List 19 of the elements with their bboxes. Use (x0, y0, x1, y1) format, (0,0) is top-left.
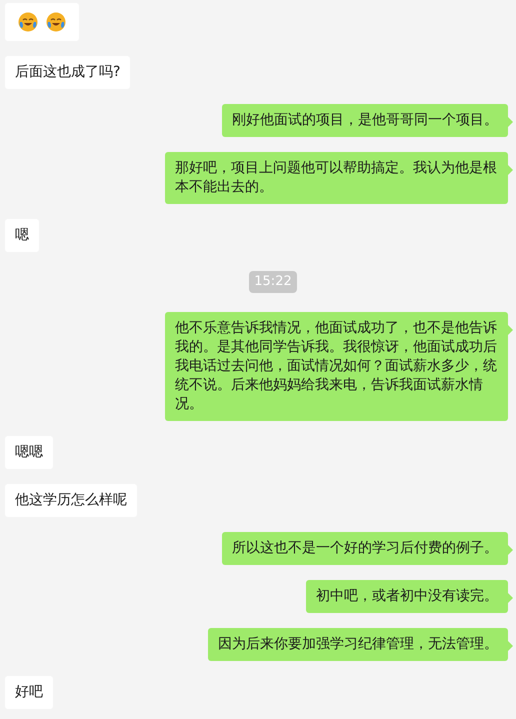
message-bubble: 那好吧，项目上问题他可以帮助搞定。我认为他是根本不能出去的。 (165, 152, 508, 204)
bubble-tail-icon (508, 324, 513, 334)
message-bubble: 所以这也不是一个好的学习后付费的例子。 (222, 532, 508, 564)
bubble-tail-icon (508, 592, 513, 602)
message-bubble: 初中吧，或者初中没有读完。 (306, 580, 508, 612)
message-bubble: 因为后来你要加强学习纪律管理，无法管理。 (208, 628, 508, 660)
message-bubble: 嗯嗯 (5, 436, 53, 468)
crying-laughing-emoji-icon (18, 12, 38, 32)
crying-laughing-emoji-icon (46, 12, 66, 32)
bubble-tail-icon (508, 165, 513, 175)
bubble-tail-icon (508, 544, 513, 554)
message-bubble: 刚好他面试的项目，是他哥哥同一个项目。 (222, 104, 508, 137)
message-bubble: 好吧 (5, 676, 53, 708)
message-bubble: 后面这也成了吗? (5, 56, 130, 89)
bubble-tail-icon (508, 640, 513, 650)
message-bubble: 他不乐意告诉我情况，他面试成功了，也不是他告诉我的。是其他同学告诉我。我很惊讶，他面试成功后我电话过去问他，面试情况如何？面试薪水多少，统统不说。后来他妈妈给我来电，告诉我面试薪水情况。 (165, 312, 508, 420)
message-bubble: 他这学历怎么样呢 (5, 484, 137, 516)
message-bubble: 嗯 (5, 219, 39, 252)
bubble-tail-icon (508, 117, 513, 127)
